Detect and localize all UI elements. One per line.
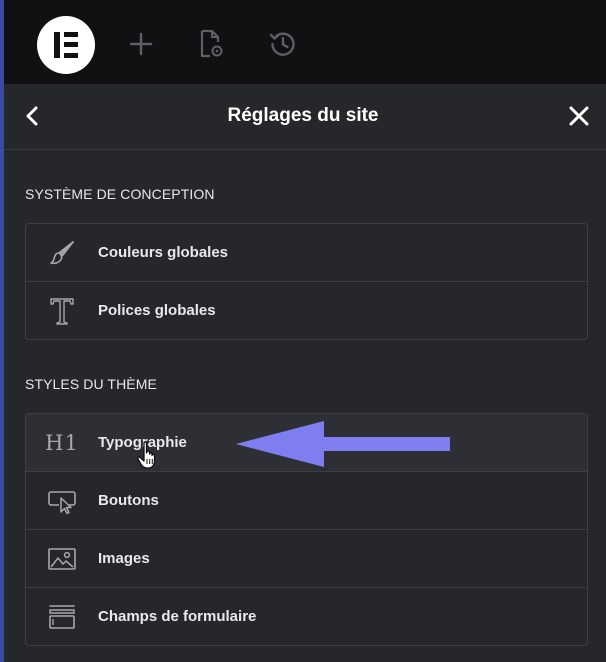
chevron-left-icon	[26, 106, 38, 126]
menu-item-global-fonts[interactable]: Polices globales	[26, 282, 587, 339]
menu-item-global-colors[interactable]: Couleurs globales	[26, 224, 587, 282]
menu-item-label: Couleurs globales	[98, 244, 229, 261]
page-title: Réglages du site	[227, 105, 379, 126]
menu-item-label: Polices globales	[98, 302, 216, 319]
image-icon	[46, 544, 78, 574]
section-title-theme-styles: STYLES DU THÈME	[25, 376, 157, 392]
menu-item-buttons[interactable]: Boutons	[26, 472, 587, 530]
top-toolbar	[0, 0, 606, 84]
hand-cursor-icon	[137, 441, 156, 469]
design-system-group: Couleurs globales Polices globales	[25, 223, 588, 340]
form-field-icon	[46, 602, 78, 632]
page-settings-icon[interactable]	[193, 26, 229, 62]
typeface-icon	[46, 296, 78, 326]
section-title-design-system: SYSTÈME DE CONCEPTION	[25, 186, 215, 202]
menu-item-images[interactable]: Images	[26, 530, 587, 588]
heading-icon: H1	[45, 431, 79, 455]
elementor-logo[interactable]	[37, 16, 95, 74]
annotation-arrow	[236, 421, 450, 467]
menu-item-label: Champs de formulaire	[98, 608, 257, 625]
back-button[interactable]	[18, 102, 46, 130]
menu-item-label: Images	[98, 550, 150, 567]
panel-header: Réglages du site	[0, 84, 606, 150]
window-edge	[0, 0, 4, 662]
brush-icon	[46, 238, 78, 268]
menu-item-label: Boutons	[98, 492, 159, 509]
menu-item-form-fields[interactable]: Champs de formulaire	[26, 588, 587, 645]
close-button[interactable]	[565, 102, 593, 130]
history-icon[interactable]	[265, 26, 301, 62]
site-settings-panel: Réglages du site SYSTÈME DE CONCEPTION C…	[0, 0, 606, 662]
plus-icon[interactable]	[123, 26, 159, 62]
close-icon	[569, 106, 589, 126]
button-icon	[46, 486, 78, 516]
